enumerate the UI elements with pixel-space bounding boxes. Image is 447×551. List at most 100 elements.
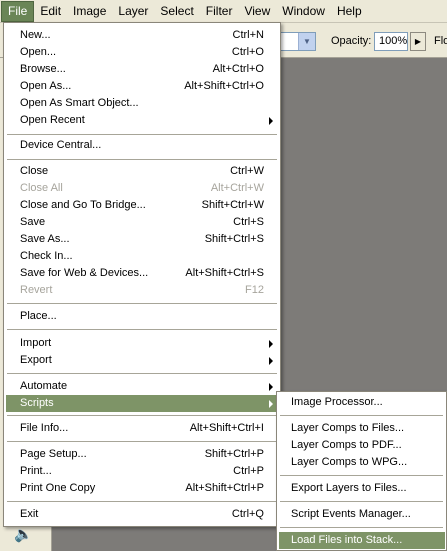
menu-separator [7,501,277,502]
menu-item-shortcut: Ctrl+P [233,465,264,477]
menu-item-open-as[interactable]: Open As... Alt+Shift+Ctrl+O [6,78,278,95]
menu-item-close-and-go-to-bridge[interactable]: Close and Go To Bridge... Shift+Ctrl+W [6,197,278,214]
menu-file[interactable]: File [1,0,35,22]
opacity-label: Opacity: [331,35,372,47]
menu-item-shortcut: Alt+Shift+Ctrl+O [184,80,264,92]
menu-item-shortcut: Alt+Shift+Ctrl+P [185,482,264,494]
menu-item-close-all[interactable]: Close All Alt+Ctrl+W [6,180,278,197]
menu-item-print-one-copy[interactable]: Print One Copy Alt+Shift+Ctrl+P [6,480,278,497]
submenu-arrow-icon [269,117,273,125]
menu-window[interactable]: Window [276,1,331,22]
menu-item-label: File Info... [20,422,69,434]
menu-item-label: Close [20,165,49,177]
menu-item-new[interactable]: New... Ctrl+N [6,27,278,44]
menu-item-shortcut: Ctrl+Q [231,508,264,520]
menu-item-label: Open As Smart Object... [20,97,139,109]
menu-item-file-info[interactable]: File Info... Alt+Shift+Ctrl+I [6,420,278,437]
menu-separator [280,415,443,416]
menu-item-label: Image Processor... [291,396,383,408]
menu-item-device-central[interactable]: Device Central... [6,137,278,154]
menu-item-shortcut: Alt+Shift+Ctrl+S [185,267,264,279]
menu-item-label: Scripts [20,397,54,409]
menu-item-label: Place... [20,310,57,322]
flow-label: Flo [434,35,447,47]
menu-item-shortcut: Shift+Ctrl+S [204,233,264,245]
menu-item-label: Close and Go To Bridge... [20,199,146,211]
menu-separator [7,373,277,374]
menu-item-shortcut: F12 [245,284,264,296]
submenu-arrow-icon [269,400,273,408]
submenu-item-image-processor[interactable]: Image Processor... [279,394,445,411]
menu-item-automate[interactable]: Automate [6,378,278,395]
menu-item-import[interactable]: Import [6,335,278,352]
submenu-item-layer-comps-to-files[interactable]: Layer Comps to Files... [279,420,445,437]
menu-item-label: Open Recent [20,114,85,126]
menu-item-save-for-web[interactable]: Save for Web & Devices... Alt+Shift+Ctrl… [6,265,278,282]
menu-item-shortcut: Shift+Ctrl+W [201,199,264,211]
menu-separator [7,134,277,135]
menu-item-exit[interactable]: Exit Ctrl+Q [6,506,278,523]
menu-item-label: Import [20,337,52,349]
menu-item-save-as[interactable]: Save As... Shift+Ctrl+S [6,231,278,248]
menu-item-label: Save for Web & Devices... [20,267,149,279]
opacity-slider-arrow-icon[interactable]: ▶ [410,32,426,51]
menu-item-open[interactable]: Open... Ctrl+O [6,44,278,61]
submenu-arrow-icon [269,357,273,365]
chevron-down-icon: ▼ [298,33,315,50]
menu-item-label: Layer Comps to PDF... [291,439,402,451]
menu-item-place[interactable]: Place... [6,308,278,325]
menu-item-shortcut: Shift+Ctrl+P [204,448,264,460]
menu-item-scripts[interactable]: Scripts [6,395,278,412]
menu-help[interactable]: Help [331,1,368,22]
menu-item-label: Layer Comps to Files... [291,422,405,434]
scripts-submenu: Image Processor... Layer Comps to Files.… [276,391,447,551]
submenu-item-layer-comps-to-wpg[interactable]: Layer Comps to WPG... [279,454,445,471]
menu-item-label: Export Layers to Files... [291,482,407,494]
menu-item-label: Export [20,354,52,366]
menu-item-revert[interactable]: Revert F12 [6,282,278,299]
menu-item-label: Open... [20,46,57,58]
menu-layer[interactable]: Layer [112,1,154,22]
menu-item-label: Load Files into Stack... [291,534,403,546]
menu-item-label: Browse... [20,63,66,75]
menu-item-shortcut: Ctrl+N [232,29,264,41]
menu-item-export[interactable]: Export [6,352,278,369]
menu-filter[interactable]: Filter [200,1,239,22]
menu-item-label: Exit [20,508,39,520]
menu-item-label: Print One Copy [20,482,96,494]
menu-item-save[interactable]: Save Ctrl+S [6,214,278,231]
menu-item-open-recent[interactable]: Open Recent [6,112,278,129]
menu-separator [7,415,277,416]
menu-item-browse[interactable]: Browse... Alt+Ctrl+O [6,61,278,78]
menu-separator [7,329,277,330]
menu-view[interactable]: View [238,1,276,22]
submenu-item-export-layers-to-files[interactable]: Export Layers to Files... [279,480,445,497]
menu-item-close[interactable]: Close Ctrl+W [6,163,278,180]
menu-item-page-setup[interactable]: Page Setup... Shift+Ctrl+P [6,446,278,463]
menu-item-shortcut: Alt+Shift+Ctrl+I [189,422,264,434]
menu-item-shortcut: Ctrl+W [230,165,264,177]
menu-separator [7,159,277,160]
submenu-item-load-files-into-stack[interactable]: Load Files into Stack... [279,532,445,549]
opacity-input[interactable]: 100% [374,32,408,51]
menu-item-label: Revert [20,284,53,296]
menu-separator [280,527,443,528]
menu-image[interactable]: Image [67,1,112,22]
menu-item-check-in[interactable]: Check In... [6,248,278,265]
menu-separator [7,441,277,442]
menu-item-open-as-smart-object[interactable]: Open As Smart Object... [6,95,278,112]
menu-edit[interactable]: Edit [34,1,67,22]
menu-separator [280,501,443,502]
submenu-item-layer-comps-to-pdf[interactable]: Layer Comps to PDF... [279,437,445,454]
menu-item-label: Layer Comps to WPG... [291,456,408,468]
speaker-icon[interactable]: 🔈 [14,525,33,543]
menu-item-shortcut: Alt+Ctrl+W [210,182,264,194]
menu-item-print[interactable]: Print... Ctrl+P [6,463,278,480]
file-menu: New... Ctrl+N Open... Ctrl+O Browse... A… [3,22,281,527]
submenu-item-script-events-manager[interactable]: Script Events Manager... [279,506,445,523]
menu-bar: File Edit Image Layer Select Filter View… [0,0,447,23]
menu-item-label: Page Setup... [20,448,87,460]
menu-select[interactable]: Select [154,1,199,22]
menu-item-label: Close All [20,182,63,194]
menu-item-label: Script Events Manager... [291,508,411,520]
